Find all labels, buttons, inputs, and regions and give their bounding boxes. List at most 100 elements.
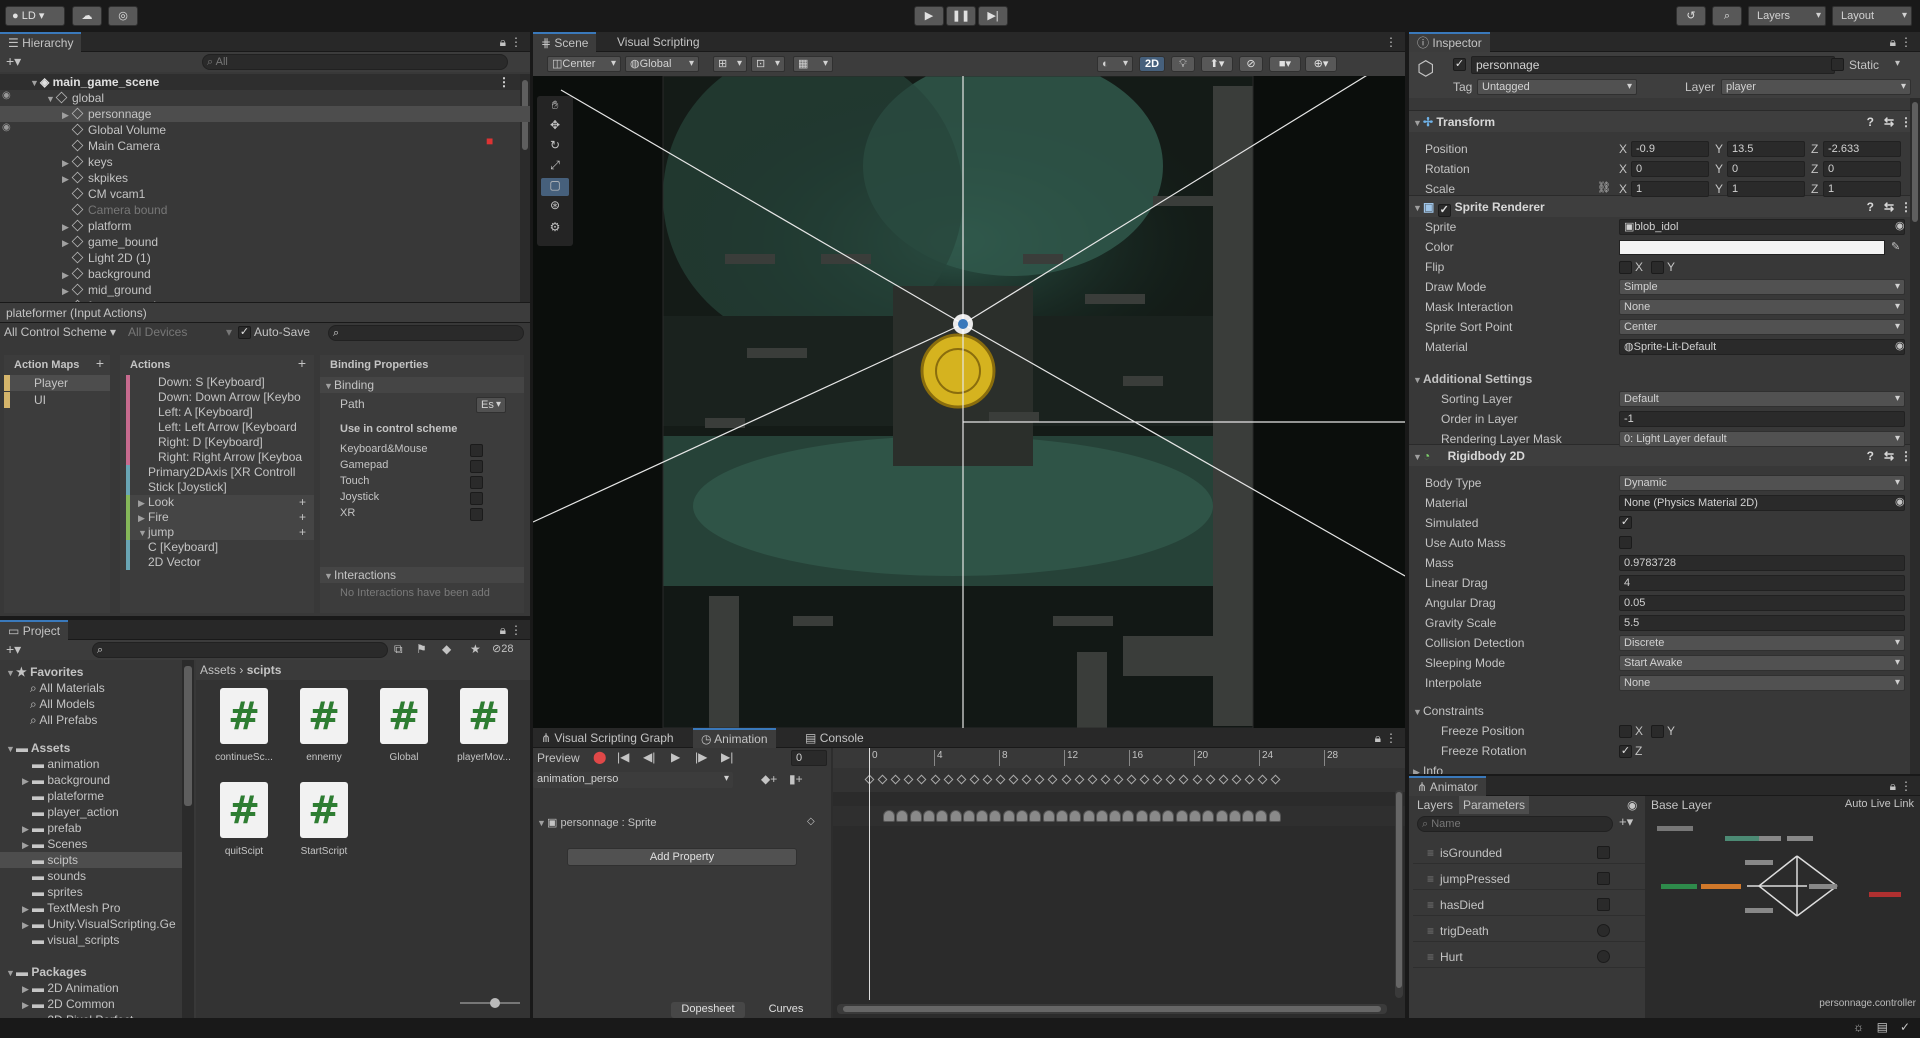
first-keyframe-icon[interactable]: |◀ bbox=[617, 750, 629, 764]
rigidbody-header[interactable]: ▼◔ Rigidbody 2D ? ⇆ ⋮ bbox=[1409, 444, 1920, 466]
inspector-scrollbar[interactable] bbox=[1910, 98, 1920, 774]
constraints-foldout[interactable]: ▼Constraints bbox=[1413, 704, 1484, 718]
summary-keyframe[interactable] bbox=[1034, 774, 1045, 785]
object-picker-icon[interactable]: ◉ bbox=[1895, 495, 1905, 508]
curves-tab[interactable]: Curves bbox=[749, 1002, 823, 1018]
summary-keyframe[interactable] bbox=[956, 774, 967, 785]
sprite-keyframe[interactable] bbox=[949, 810, 962, 822]
state-node[interactable] bbox=[1745, 908, 1773, 913]
hierarchy-item[interactable]: ▶ mid_ground bbox=[0, 282, 530, 298]
input-actions-search[interactable]: ⌕ bbox=[328, 325, 524, 341]
asset-folder-item[interactable]: ▬ animation bbox=[0, 756, 182, 772]
search-button[interactable]: ⌕ bbox=[1712, 6, 1742, 26]
layer-dropdown[interactable]: player bbox=[1721, 79, 1911, 95]
info-foldout[interactable]: ▶ Info bbox=[1413, 764, 1443, 774]
flip-x-checkbox[interactable] bbox=[1619, 261, 1632, 274]
favorites-folder[interactable]: ▼★ Favorites bbox=[0, 664, 182, 680]
hierarchy-item[interactable]: ▶ skpikes bbox=[0, 170, 530, 186]
asset-folder-item[interactable]: ▶ ▬ Unity.VisualScripting.Ge bbox=[0, 916, 182, 932]
drag-handle-icon[interactable]: ≡ bbox=[1427, 924, 1434, 938]
clip-dropdown[interactable]: animation_perso bbox=[533, 772, 733, 788]
project-tree-scrollbar[interactable] bbox=[182, 660, 194, 1018]
state-node[interactable] bbox=[1725, 836, 1759, 841]
summary-keyframe[interactable] bbox=[1008, 774, 1019, 785]
breadcrumb-item[interactable]: scipts bbox=[247, 663, 282, 677]
scheme-checkbox[interactable] bbox=[470, 476, 483, 489]
material-field[interactable]: ◍Sprite-Lit-Default bbox=[1619, 339, 1905, 355]
fold-arrow-icon[interactable]: ▼ bbox=[46, 91, 56, 107]
hierarchy-item[interactable]: Camera bound bbox=[0, 202, 530, 218]
asset-folder-item[interactable]: ▬ sprites bbox=[0, 884, 182, 900]
project-search-input[interactable]: ⌕ bbox=[92, 642, 388, 658]
pause-button[interactable]: ❚❚ bbox=[946, 6, 976, 26]
asset-folder-item[interactable]: ▬ sounds bbox=[0, 868, 182, 884]
hierarchy-item[interactable]: ▶ game_bound bbox=[0, 234, 530, 250]
animator-parameter[interactable]: ≡ Hurt bbox=[1413, 946, 1645, 968]
tab-visual-scripting-graph[interactable]: ⋔ Visual Scripting Graph bbox=[533, 728, 682, 748]
zoom-slider[interactable] bbox=[460, 998, 520, 1008]
freeze-position-x-checkbox[interactable] bbox=[1619, 725, 1632, 738]
summary-keyframe[interactable] bbox=[1257, 774, 1268, 785]
add-action-map-icon[interactable]: + bbox=[96, 355, 104, 371]
breadcrumb-item[interactable]: Assets bbox=[200, 663, 236, 677]
property-dropdown[interactable]: None bbox=[1619, 299, 1905, 315]
scene-viewport[interactable] bbox=[533, 76, 1405, 728]
package-item[interactable]: ▶ ▬ 2D Common bbox=[0, 996, 182, 1012]
sprite-keyframe[interactable] bbox=[1149, 810, 1161, 822]
kebab-menu-icon[interactable]: ⋮ bbox=[1900, 35, 1912, 49]
playhead[interactable] bbox=[869, 748, 870, 1000]
hierarchy-item[interactable]: ▶ keys bbox=[0, 154, 530, 170]
assets-folder[interactable]: ▼▬ Assets bbox=[0, 740, 182, 756]
property-dropdown[interactable]: Default bbox=[1619, 391, 1905, 407]
sprite-keyframe[interactable] bbox=[922, 810, 935, 822]
action-item[interactable]: ▶ Look + bbox=[126, 495, 314, 510]
trigger-parameter-toggle[interactable] bbox=[1597, 950, 1610, 963]
state-node[interactable] bbox=[1759, 836, 1781, 841]
devices-dropdown[interactable]: All Devices ▾ bbox=[128, 325, 232, 339]
summary-keyframe[interactable] bbox=[1074, 774, 1085, 785]
summary-keyframe[interactable] bbox=[1100, 774, 1111, 785]
property-dropdown[interactable]: Simple bbox=[1619, 279, 1905, 295]
script-asset[interactable]: # Global bbox=[368, 688, 440, 778]
action-item[interactable]: Right: D [Keyboard] bbox=[126, 435, 314, 450]
property-row[interactable]: ▼▣ personnage : Sprite bbox=[537, 816, 656, 829]
property-dropdown[interactable]: Discrete bbox=[1619, 635, 1905, 651]
animator-graph[interactable]: Base Layer Auto Live Link personnage.con… bbox=[1647, 796, 1920, 1018]
bool-parameter-checkbox[interactable] bbox=[1597, 898, 1610, 911]
fold-arrow-icon[interactable]: ▶ bbox=[62, 171, 72, 187]
notification-icon[interactable]: ✓ bbox=[1900, 1020, 1910, 1034]
scheme-checkbox[interactable] bbox=[470, 508, 483, 521]
frame-input[interactable]: 0 bbox=[791, 750, 827, 766]
script-asset[interactable]: # playerMov... bbox=[448, 688, 520, 778]
tab-console[interactable]: ▤ Console bbox=[797, 728, 872, 748]
auto-live-link[interactable]: Auto Live Link bbox=[1845, 798, 1914, 810]
action-item[interactable]: Down: Down Arrow [Keybo bbox=[126, 390, 314, 405]
visibility-eye-icon[interactable]: ◉ bbox=[2, 90, 11, 101]
property-field[interactable]: 4 bbox=[1619, 575, 1905, 591]
filter-label-icon[interactable]: ⚑ bbox=[416, 642, 427, 656]
asset-folder-item[interactable]: ▬ scipts bbox=[0, 852, 182, 868]
play-animation-icon[interactable]: ▶ bbox=[671, 750, 680, 764]
next-keyframe-icon[interactable]: |▶ bbox=[695, 750, 707, 764]
sprite-keyframe[interactable] bbox=[1188, 810, 1201, 822]
summary-keyframe[interactable] bbox=[890, 774, 901, 785]
kebab-menu-icon[interactable]: ⋮ bbox=[510, 35, 522, 49]
scene-row[interactable]: ▼◈ main_game_scene ⋮ bbox=[0, 74, 530, 90]
fold-arrow-icon[interactable]: ▶ bbox=[62, 283, 72, 299]
drag-handle-icon[interactable]: ≡ bbox=[1427, 950, 1434, 964]
add-binding-icon[interactable]: + bbox=[299, 495, 306, 510]
kebab-menu-icon[interactable]: ⋮ bbox=[1385, 35, 1397, 49]
kebab-menu-icon[interactable]: ⋮ bbox=[1385, 731, 1397, 745]
script-asset[interactable]: # ennemy bbox=[288, 688, 360, 778]
sprite-keyframe[interactable] bbox=[896, 810, 909, 822]
sprite-keyframe[interactable] bbox=[962, 810, 975, 822]
action-item[interactable]: Down: S [Keyboard] bbox=[126, 375, 314, 390]
hierarchy-item[interactable]: ▶ front_ground bbox=[0, 298, 530, 302]
object-picker-icon[interactable]: ◉ bbox=[1895, 219, 1905, 232]
scale-x-field[interactable]: 1 bbox=[1631, 181, 1709, 197]
rotation-y-field[interactable]: 0 bbox=[1727, 161, 1805, 177]
summary-keyframe[interactable] bbox=[1192, 774, 1202, 785]
summary-keyframe[interactable] bbox=[982, 774, 993, 785]
lighting-toggle[interactable]: 💡︎ bbox=[1171, 56, 1195, 72]
package-item[interactable]: ▶ ▬ 2D Animation bbox=[0, 980, 182, 996]
